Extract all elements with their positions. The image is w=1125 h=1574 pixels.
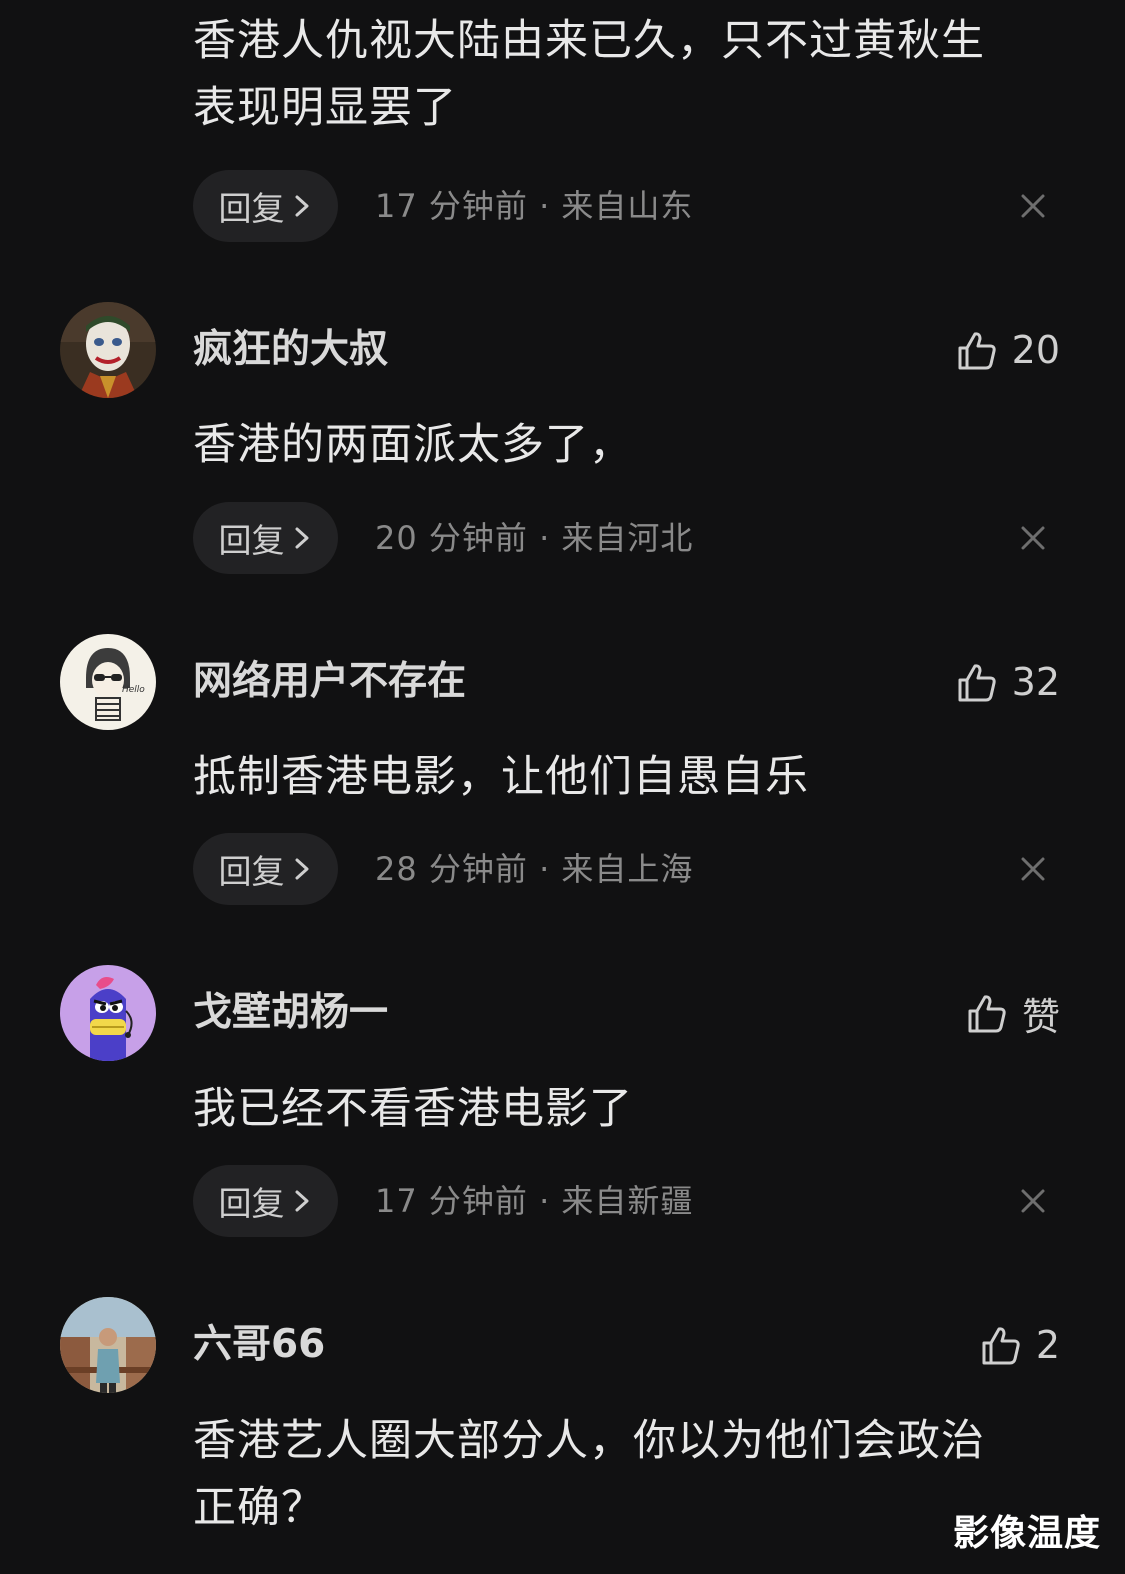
comment-text: 抵制香港电影，让他们自愚自乐: [193, 752, 809, 802]
reply-button[interactable]: 回复: [193, 170, 338, 242]
reply-button[interactable]: 回复: [193, 833, 338, 905]
username[interactable]: 六哥66: [193, 1321, 325, 1369]
chevron-right-icon: [295, 1190, 308, 1212]
avatar[interactable]: [60, 302, 156, 398]
svg-text:Hello: Hello: [122, 685, 145, 695]
comment-meta: 17 分钟前 · 来自山东: [375, 187, 694, 225]
comment-text: 香港艺人圈大部分人，你以为他们会政治 正确？: [193, 1416, 985, 1533]
reply-label: 回复: [218, 1184, 285, 1223]
like-count: 2: [1035, 1323, 1060, 1367]
close-icon[interactable]: [1019, 1187, 1047, 1215]
comment-meta: 17 分钟前 · 来自新疆: [375, 1182, 694, 1220]
like-button[interactable]: 2: [978, 1321, 1060, 1369]
reply-row: 回复 17 分钟前 · 来自新疆: [193, 1165, 1125, 1237]
chevron-right-icon: [295, 527, 308, 549]
reply-label: 回复: [218, 852, 285, 891]
like-button[interactable]: 赞: [964, 989, 1060, 1039]
reply-button[interactable]: 回复: [193, 1165, 338, 1237]
comment-meta: 28 分钟前 · 来自上海: [375, 850, 694, 888]
thumbs-up-icon: [968, 995, 1006, 1033]
username[interactable]: 疯狂的大叔: [193, 326, 388, 374]
like-button[interactable]: 32: [954, 658, 1060, 706]
reply-row: 回复 17 分钟前 · 来自山东: [193, 170, 1125, 242]
username[interactable]: 网络用户不存在: [193, 658, 466, 706]
avatar[interactable]: [60, 965, 156, 1061]
reply-row: 回复 28 分钟前 · 来自上海: [193, 833, 1125, 905]
comment-text: 香港人仇视大陆由来已久，只不过黄秋生 表现明显罢了: [193, 16, 985, 133]
avatar[interactable]: [60, 1297, 156, 1393]
comment-meta: 20 分钟前 · 来自河北: [375, 519, 694, 557]
joker-avatar-icon: [60, 302, 156, 398]
close-icon[interactable]: [1019, 192, 1047, 220]
thumbs-up-icon: [958, 332, 996, 370]
username[interactable]: 戈壁胡杨一: [193, 989, 388, 1037]
reply-label: 回复: [218, 521, 285, 560]
cartoon-sunglasses-avatar-icon: Hello: [60, 634, 156, 730]
watermark: 影像温度: [952, 1513, 1101, 1554]
thumbs-up-icon: [982, 1327, 1020, 1365]
like-count: 32: [1011, 660, 1060, 704]
avatar[interactable]: Hello: [60, 634, 156, 730]
reply-label: 回复: [218, 189, 285, 228]
purple-monster-avatar-icon: [60, 965, 156, 1061]
reply-button[interactable]: 回复: [193, 502, 338, 574]
photo-man-avatar-icon: [60, 1297, 156, 1393]
like-count: 20: [1011, 328, 1060, 372]
close-icon[interactable]: [1019, 524, 1047, 552]
chevron-right-icon: [295, 858, 308, 880]
thumbs-up-icon: [958, 664, 996, 702]
comment-text: 我已经不看香港电影了: [193, 1084, 633, 1134]
like-button[interactable]: 20: [954, 326, 1060, 374]
comment-text: 香港的两面派太多了，: [193, 420, 633, 470]
close-icon[interactable]: [1019, 855, 1047, 883]
reply-row: 回复 20 分钟前 · 来自河北: [193, 502, 1125, 574]
like-count: 赞: [1021, 994, 1060, 1039]
chevron-right-icon: [295, 195, 308, 217]
